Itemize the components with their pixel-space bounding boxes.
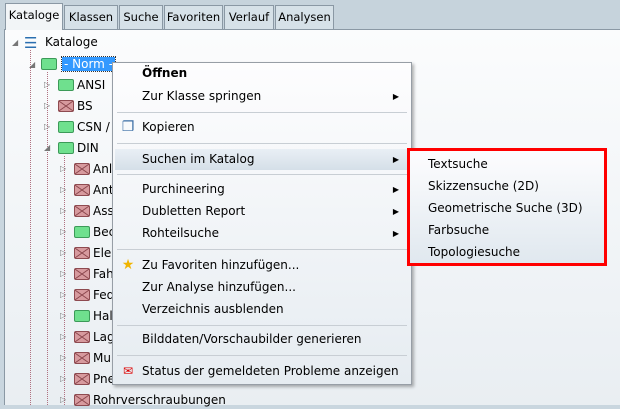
collapse-icon[interactable]: ◢ (44, 143, 50, 152)
expand-icon[interactable]: ▷ (60, 269, 66, 278)
expand-icon[interactable]: ▷ (44, 101, 50, 110)
menu-purchineering[interactable]: Purchineering ▶ (115, 179, 409, 200)
folder-open-icon (41, 58, 57, 70)
menu-generate-images[interactable]: Bilddaten/Vorschaubilder generieren (115, 329, 409, 350)
tab-suche[interactable]: Suche (119, 5, 163, 29)
expand-icon[interactable]: ▷ (44, 122, 50, 131)
folder-red-icon (74, 373, 90, 385)
submenu-sketch-search[interactable]: Skizzensuche (2D) (428, 176, 539, 196)
expand-icon[interactable]: ▷ (60, 332, 66, 341)
menu-goto-class[interactable]: Zur Klasse springen ▶ (115, 86, 409, 107)
search-submenu: Textsuche Skizzensuche (2D) Geometrische… (407, 148, 607, 266)
collapse-icon[interactable]: ◢ (29, 60, 35, 69)
tree-node[interactable]: Rohrverschraubungen (93, 391, 226, 409)
tab-favoriten[interactable]: Favoriten (164, 5, 223, 29)
folder-red-icon (74, 247, 90, 259)
folder-red-icon (74, 205, 90, 217)
menu-search-catalog[interactable]: Suchen im Katalog ▶ (115, 149, 409, 170)
tree-node[interactable]: Anl (93, 160, 112, 178)
problem-report-icon: ✉ (122, 364, 134, 378)
menu-open[interactable]: Öffnen (115, 63, 409, 84)
submenu-arrow-icon: ▶ (392, 207, 399, 216)
folder-green-icon (58, 142, 74, 154)
tree-node[interactable]: BS (77, 97, 93, 115)
expand-icon[interactable]: ▷ (60, 290, 66, 299)
expand-icon[interactable]: ▷ (60, 185, 66, 194)
tab-verlauf[interactable]: Verlauf (224, 5, 274, 29)
tab-klassen[interactable]: Klassen (64, 5, 118, 29)
tab-analysen[interactable]: Analysen (275, 5, 334, 29)
submenu-color-search[interactable]: Farbsuche (428, 220, 489, 240)
folder-red-icon (58, 100, 74, 112)
folder-red-icon (74, 268, 90, 280)
folder-red-icon (74, 163, 90, 175)
tab-kataloge[interactable]: Kataloge (5, 3, 63, 30)
submenu-arrow-icon: ▶ (392, 229, 399, 238)
expand-icon[interactable]: ▷ (60, 311, 66, 320)
submenu-arrow-icon: ▶ (392, 92, 399, 101)
folder-green-icon (74, 226, 90, 238)
submenu-arrow-icon: ▶ (392, 155, 399, 164)
folder-red-icon (74, 331, 90, 343)
tree-node[interactable]: CSN / (77, 118, 110, 136)
tree-node[interactable]: Ant (93, 181, 114, 199)
menu-raw-part-search[interactable]: Rohteilsuche ▶ (115, 223, 409, 244)
expand-icon[interactable]: ▷ (60, 395, 66, 404)
expand-icon[interactable]: ▷ (44, 80, 50, 89)
star-icon: ★ (121, 257, 135, 273)
tree-node[interactable]: DIN (77, 139, 99, 157)
tab-bar: Kataloge Klassen Suche Favoriten Verlauf… (0, 0, 620, 30)
folder-red-icon (74, 352, 90, 364)
menu-hide-directory[interactable]: Verzeichnis ausblenden (115, 299, 409, 320)
folder-red-icon (74, 289, 90, 301)
tree-node[interactable]: ANSI (77, 76, 105, 94)
submenu-topology-search[interactable]: Topologiesuche (428, 242, 520, 262)
menu-copy[interactable]: ❐ Kopieren (115, 117, 409, 138)
tree-root[interactable]: Kataloge (45, 33, 98, 51)
tree-node[interactable]: Hal (93, 307, 113, 325)
expand-icon[interactable]: ▷ (60, 206, 66, 215)
menu-problem-status[interactable]: ✉ Status der gemeldeten Probleme anzeigen (115, 361, 409, 382)
menu-add-favorites[interactable]: ★ Zu Favoriten hinzufügen... (115, 255, 409, 276)
tree-node[interactable]: Mu (93, 349, 111, 367)
menu-duplicates-report[interactable]: Dubletten Report ▶ (115, 201, 409, 222)
menu-add-analysis[interactable]: Zur Analyse hinzufügen... (115, 277, 409, 298)
copy-icon: ❐ (121, 119, 135, 135)
collapse-icon[interactable]: ◢ (12, 38, 18, 47)
expand-icon[interactable]: ▷ (60, 227, 66, 236)
folder-red-icon (74, 394, 90, 406)
tree-node[interactable]: Ass (93, 202, 114, 220)
expand-icon[interactable]: ▷ (60, 353, 66, 362)
folder-green-icon (58, 79, 74, 91)
folder-red-icon (74, 184, 90, 196)
submenu-arrow-icon: ▶ (392, 185, 399, 194)
folder-green-icon (58, 121, 74, 133)
submenu-geometric-search[interactable]: Geometrische Suche (3D) (428, 198, 583, 218)
context-menu: Öffnen Zur Klasse springen ▶ ❐ Kopieren Su… (112, 62, 412, 385)
catalog-stack-icon: ☰ (24, 34, 38, 52)
submenu-text-search[interactable]: Textsuche (428, 154, 488, 174)
expand-icon[interactable]: ▷ (60, 374, 66, 383)
tree-node-norm[interactable]: - Norm - (60, 56, 117, 72)
expand-icon[interactable]: ▷ (60, 248, 66, 257)
tree-node[interactable]: Fah (93, 265, 114, 283)
folder-green-icon (74, 310, 90, 322)
expand-icon[interactable]: ▷ (60, 164, 66, 173)
